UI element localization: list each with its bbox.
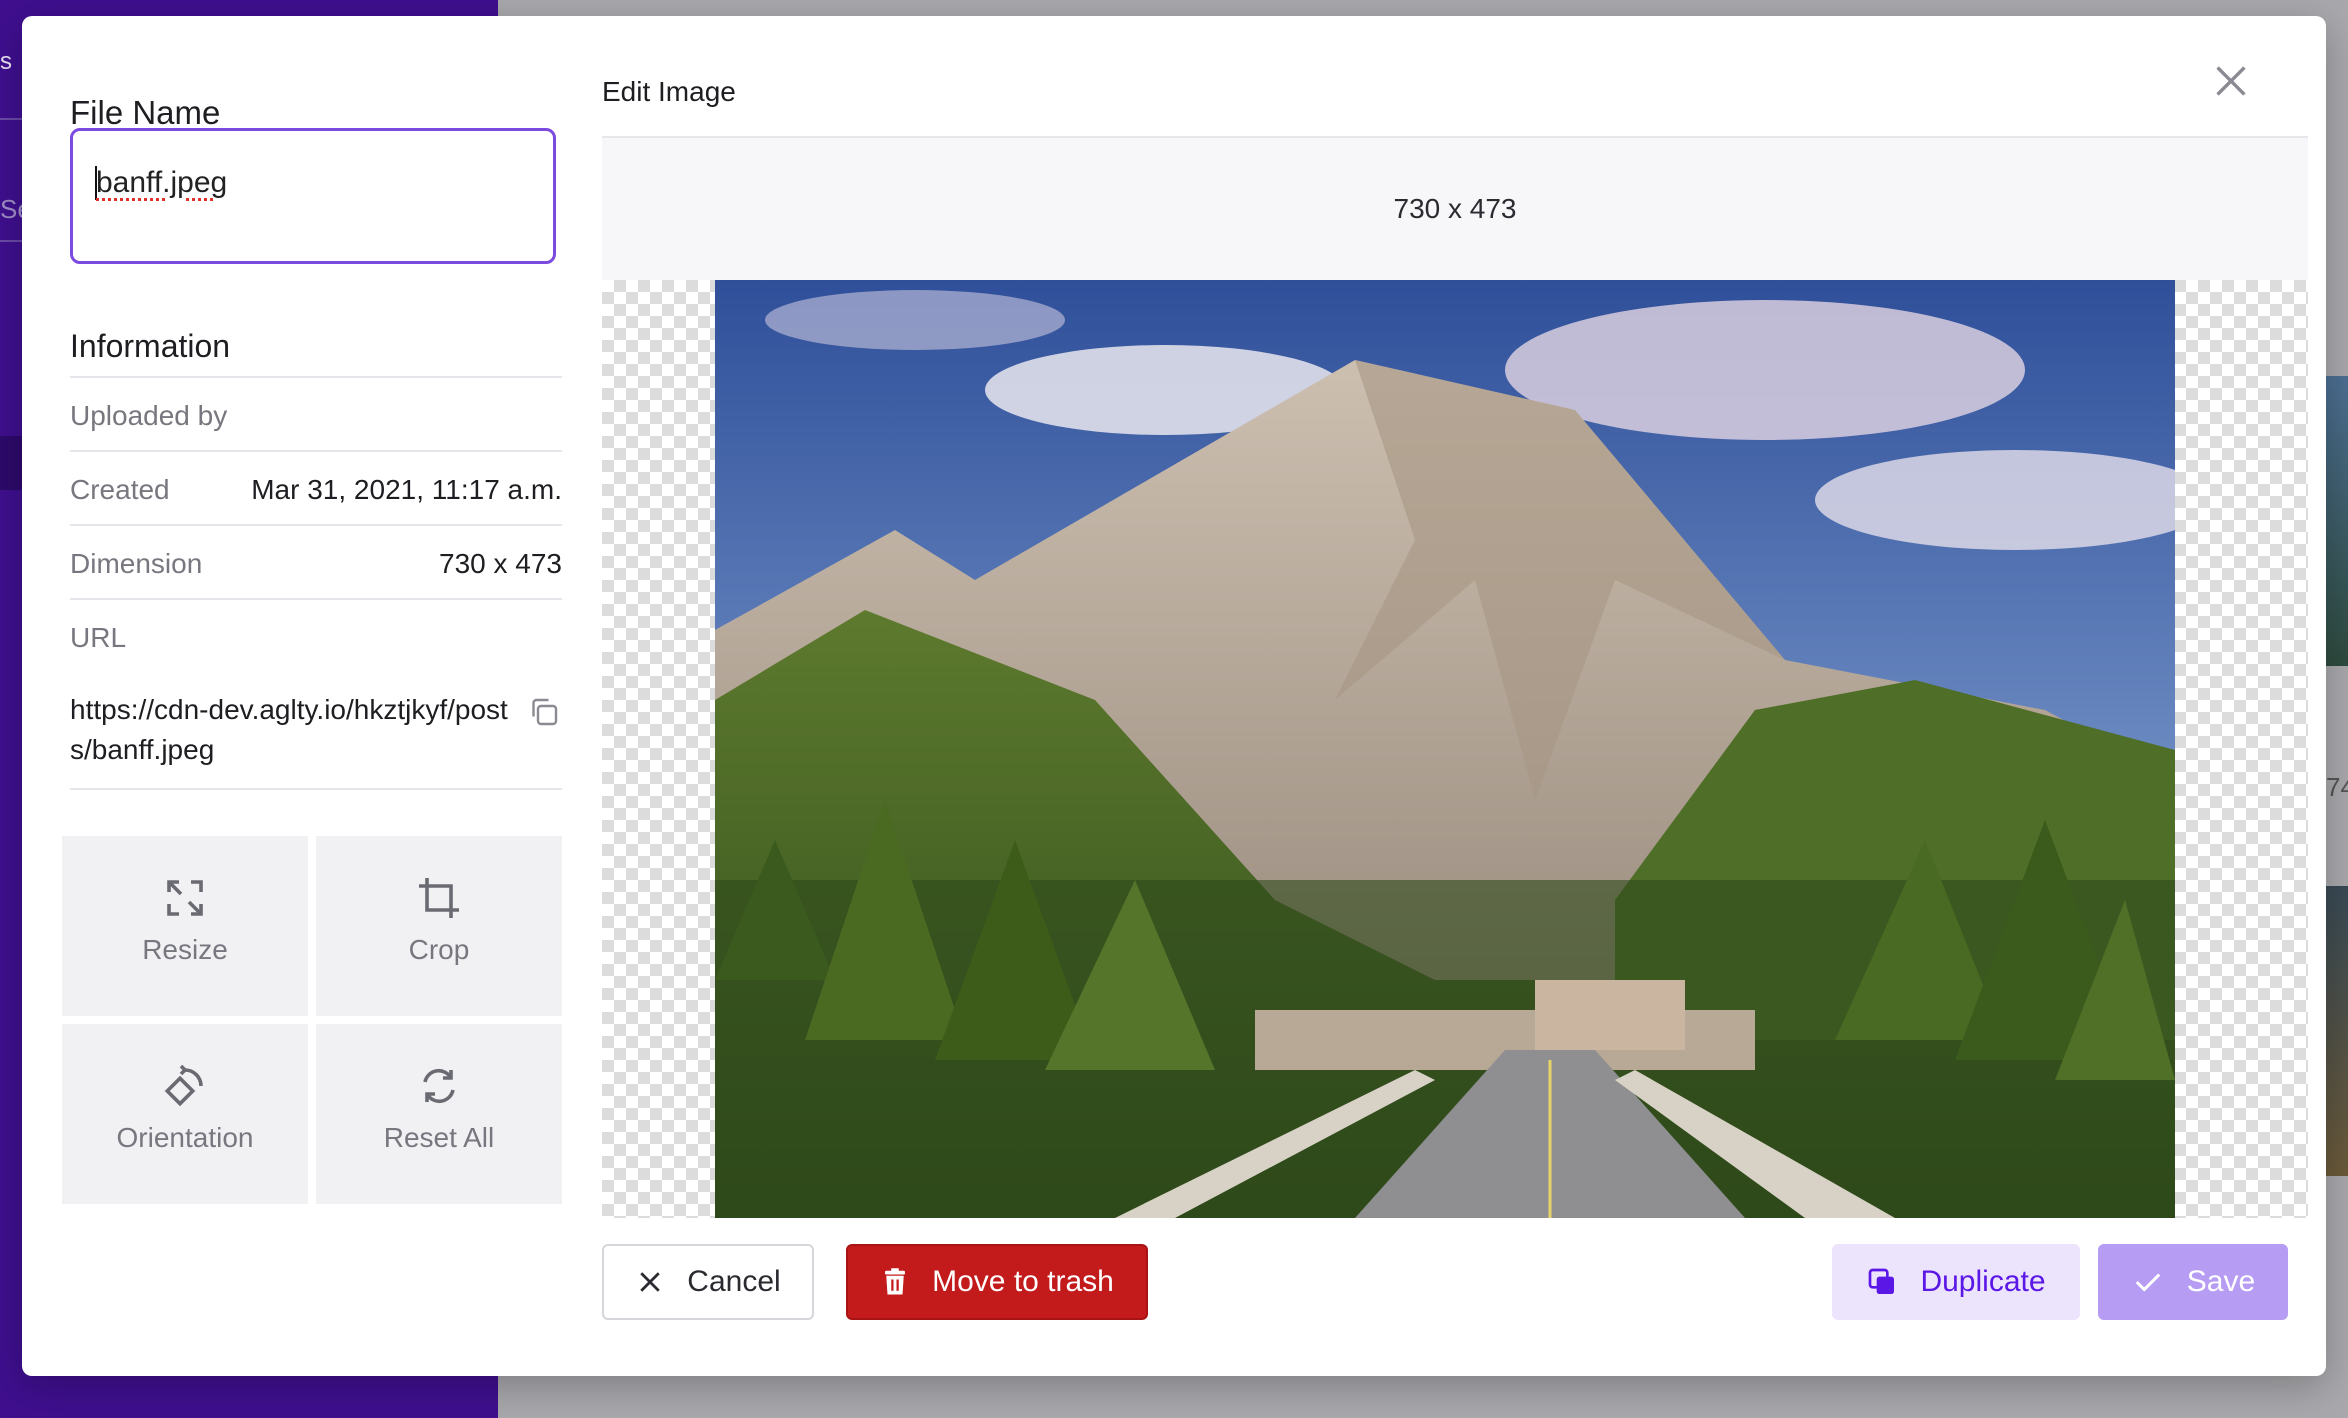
checkmark-icon: [2135, 1273, 2161, 1292]
file-name-label: File Name: [70, 94, 221, 131]
crop-label: Crop: [408, 934, 470, 965]
orientation-button[interactable]: Orientation: [62, 1024, 308, 1204]
background-thumbnail: [2326, 886, 2348, 1176]
reset-all-label: Reset All: [383, 1122, 495, 1153]
info-row-dimension: Dimension 730 x 473: [70, 524, 562, 600]
url-label: URL: [70, 622, 127, 653]
duplicate-icon: [1869, 1268, 1895, 1294]
save-label: Save: [2186, 1265, 2256, 1298]
image-preview: [715, 280, 2175, 1218]
dimension-bar: 730 x 473: [602, 138, 2308, 280]
background-sidebar-text: s: [0, 48, 12, 75]
move-to-trash-label: Move to trash: [932, 1265, 1114, 1298]
url-value: https://cdn-dev.aglty.io/hkztjkyf/posts/…: [70, 694, 508, 765]
resize-button[interactable]: Resize: [62, 836, 308, 1016]
reset-icon: [423, 1068, 455, 1104]
info-row-created: Created Mar 31, 2021, 11:17 a.m.: [70, 450, 562, 526]
background-number-text: 74: [2326, 772, 2348, 802]
info-row-uploaded-by: Uploaded by: [70, 376, 562, 452]
close-icon: [640, 1272, 661, 1292]
created-label: Created: [70, 474, 170, 505]
copy-icon[interactable]: [526, 694, 562, 730]
edit-image-modal: File Name banff.jpeg Information Uploade…: [22, 16, 2326, 1376]
background-divider: [0, 118, 22, 120]
orientation-label: Orientation: [116, 1122, 254, 1153]
resize-label: Resize: [142, 934, 228, 965]
save-button[interactable]: Save: [2098, 1244, 2288, 1320]
crop-icon: [419, 878, 459, 918]
background-nav-highlight: [0, 436, 22, 490]
duplicate-label: Duplicate: [1920, 1265, 2046, 1298]
dimension-value: 730 x 473: [439, 548, 562, 579]
close-icon: [2216, 66, 2246, 96]
cancel-button[interactable]: Cancel: [602, 1244, 814, 1320]
move-to-trash-button[interactable]: Move to trash: [846, 1244, 1148, 1320]
crop-button[interactable]: Crop: [316, 836, 562, 1016]
image-canvas: [602, 280, 2308, 1218]
background-thumbnail: [2326, 376, 2348, 666]
dimension-label: Dimension: [70, 548, 203, 579]
resize-icon: [167, 880, 203, 916]
edit-image-title: Edit Image: [602, 76, 736, 107]
cancel-label: Cancel: [687, 1265, 781, 1298]
created-value: Mar 31, 2021, 11:17 a.m.: [251, 474, 562, 505]
close-button[interactable]: [2208, 58, 2254, 104]
duplicate-button[interactable]: Duplicate: [1832, 1244, 2080, 1320]
reset-all-button[interactable]: Reset All: [316, 1024, 562, 1204]
trash-icon: [885, 1268, 906, 1295]
information-heading: Information: [70, 328, 231, 364]
orientation-icon: [164, 1064, 203, 1107]
background-divider: [0, 240, 22, 242]
file-name-value[interactable]: banff.jpeg: [96, 166, 227, 200]
uploaded-by-label: Uploaded by: [70, 400, 228, 431]
dimension-display: 730 x 473: [1393, 193, 1517, 224]
